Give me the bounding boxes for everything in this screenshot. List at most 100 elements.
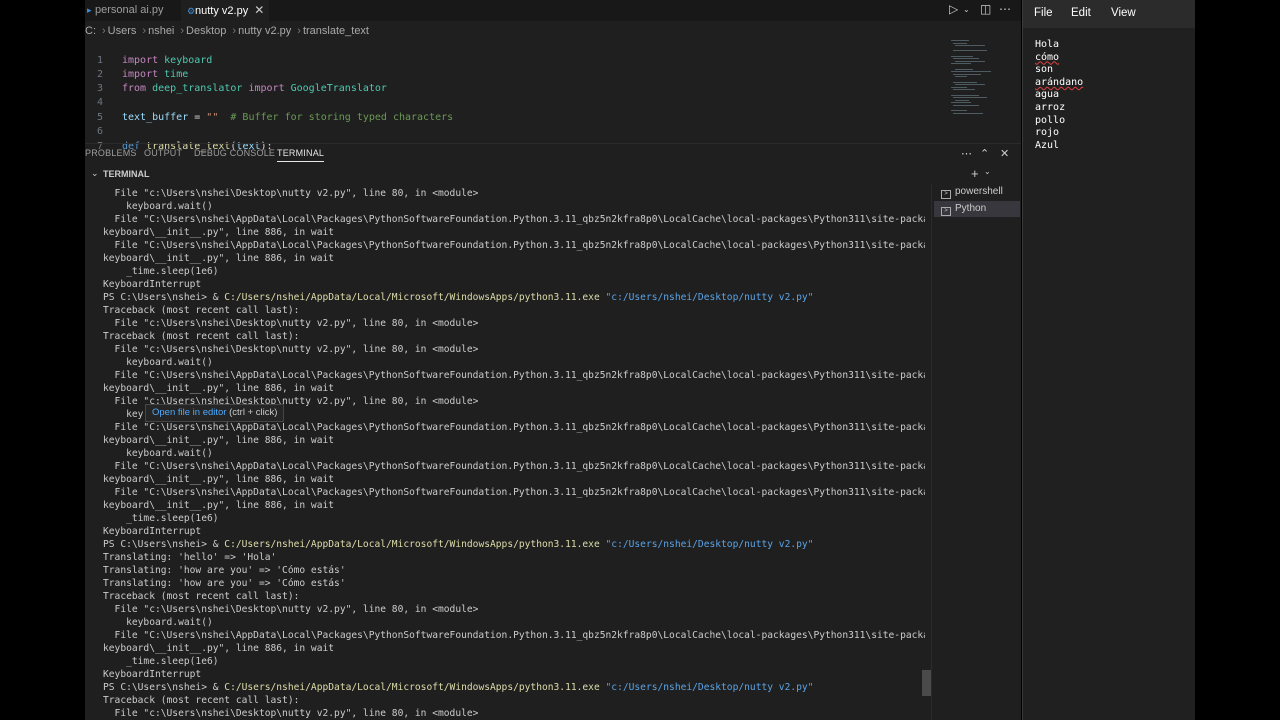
code-line: 6 <box>96 126 103 137</box>
notepad-line: cómo <box>1035 51 1060 63</box>
code-line: 5 text_buffer = "" # Buffer for storing t… <box>96 112 454 123</box>
terminal-line: File "C:\Users\nshei\AppData\Local\Packa… <box>103 214 925 225</box>
minimap-line <box>951 40 969 41</box>
close-panel-icon[interactable]: ✕ <box>1000 147 1009 160</box>
code-line: 2 import time <box>96 69 189 80</box>
terminal-line: keyboard\__init__.py", line 886, in wait <box>103 253 335 264</box>
minimap-line <box>955 76 967 78</box>
notepad-line: arándano <box>1035 76 1084 88</box>
terminal-name: powershell <box>955 186 1003 197</box>
terminal-header: ⌄ TERMINAL + ⌄ <box>85 166 1021 184</box>
terminal-line: File "c:\Users\nshei\Desktop\nutty v2.py… <box>103 318 479 329</box>
terminal-line: keyboard.wait() <box>103 448 213 459</box>
menu-view[interactable]: View <box>1111 7 1136 19</box>
run-icon[interactable]: ▷ <box>949 2 958 16</box>
breadcrumb-item[interactable]: nshei <box>148 25 174 37</box>
terminal-line: Translating: 'how are you' => 'Cómo está… <box>103 578 346 589</box>
minimap-line <box>955 45 985 47</box>
notepad-line: Hola <box>1035 39 1060 50</box>
terminal-output[interactable]: File "c:\Users\nshei\Desktop\nutty v2.py… <box>103 187 925 720</box>
tab-nutty-v2[interactable]: ⚙nutty v2.py ✕ <box>181 0 269 21</box>
code-line: 4 <box>96 97 103 108</box>
terminal-line: keyboard.wait() <box>103 357 213 368</box>
tab-terminal[interactable]: TERMINAL <box>277 148 325 162</box>
terminal-line: File "c:\Users\nshei\Desktop\nutty v2.py… <box>103 604 479 615</box>
terminal-line: _time.sleep(1e6) <box>103 266 219 277</box>
close-icon[interactable]: ✕ <box>254 0 264 21</box>
breadcrumb-item[interactable]: translate_text <box>303 25 369 37</box>
chevron-down-icon[interactable]: ⌄ <box>984 167 991 176</box>
terminal-list-item-powershell[interactable]: > powershell <box>934 184 1020 200</box>
split-editor-icon[interactable]: ◫ <box>980 2 991 16</box>
minimap-line <box>953 58 979 60</box>
terminal-line: File "C:\Users\nshei\AppData\Local\Packa… <box>103 630 925 641</box>
tab-output[interactable]: OUTPUT <box>144 148 182 158</box>
breadcrumb-item[interactable]: Users <box>108 25 137 37</box>
code-line: 3 from deep_translator import GoogleTrans… <box>96 83 387 94</box>
terminal-line: keyboard\__init__.py", line 886, in wait <box>103 643 335 654</box>
link-tooltip: Open file in editor (ctrl + click) <box>145 404 285 422</box>
notepad-line: pollo <box>1035 114 1066 126</box>
minimap-line <box>955 84 985 86</box>
open-file-link[interactable]: Open file in editor <box>152 407 226 418</box>
terminal-line: Translating: 'hello' => 'Hola' <box>103 552 277 563</box>
tab-personal-ai[interactable]: ▸ personal ai.py <box>85 0 181 21</box>
minimap-line <box>951 94 979 96</box>
minimap-line <box>951 55 973 57</box>
terminal-line: KeyboardInterrupt <box>103 669 202 680</box>
breadcrumb-item[interactable]: C: <box>85 25 96 37</box>
terminal-list-item-python[interactable]: > Python <box>934 201 1020 217</box>
minimap[interactable] <box>951 40 1009 122</box>
more-actions-icon[interactable]: ⋯ <box>999 2 1011 16</box>
minimap-line <box>953 42 967 44</box>
terminal-line: PS C:\Users\nshei> & C:/Users/nshei/AppD… <box>103 292 814 303</box>
terminal-line: KeyboardInterrupt <box>103 526 202 537</box>
python-file-icon: ⚙ <box>187 6 196 16</box>
terminal-line: _time.sleep(1e6) <box>103 513 219 524</box>
menu-file[interactable]: File <box>1034 7 1053 19</box>
maximize-panel-icon[interactable]: ⌃ <box>980 147 989 160</box>
chevron-down-icon[interactable]: ⌄ <box>91 168 99 179</box>
notepad-line: son <box>1035 64 1054 76</box>
code-editor[interactable]: 1 import keyboard 2 import time 3 from deep… <box>85 40 1021 152</box>
terminal-line: File "C:\Users\nshei\AppData\Local\Packa… <box>103 487 925 498</box>
terminal-line: key <box>103 409 144 420</box>
minimap-line <box>951 86 967 88</box>
chevron-down-icon[interactable]: ⌄ <box>963 5 970 14</box>
minimap-line <box>955 99 969 101</box>
tab-label: personal ai.py <box>95 4 164 16</box>
terminal-line: File "c:\Users\nshei\Desktop\nutty v2.py… <box>103 708 479 719</box>
notepad-line: Azul <box>1035 139 1060 151</box>
terminal-line: Traceback (most recent call last): <box>103 305 300 316</box>
terminal-line: Traceback (most recent call last): <box>103 591 300 602</box>
minimap-line <box>953 89 975 91</box>
breadcrumb: C: › Users › nshei › Desktop › nutty v2.py › trans… <box>85 25 369 37</box>
terminal-line: File "C:\Users\nshei\AppData\Local\Packa… <box>103 461 925 472</box>
terminal-line: keyboard\__init__.py", line 886, in wait <box>103 227 335 238</box>
minimap-line <box>955 68 973 70</box>
terminal-line: keyboard\__init__.py", line 886, in wait <box>103 500 335 511</box>
minimap-line <box>953 105 979 106</box>
minimap-line <box>953 112 983 114</box>
code-line: 7 def translate_text(text): <box>96 141 273 152</box>
new-terminal-icon[interactable]: + <box>971 166 979 181</box>
more-actions-icon[interactable]: ⋯ <box>961 147 972 160</box>
breadcrumb-item[interactable]: nutty v2.py <box>238 25 291 37</box>
tab-debug-console[interactable]: DEBUG CONSOLE <box>194 148 275 158</box>
terminal-line: File "c:\Users\nshei\Desktop\nutty v2.py… <box>103 344 479 355</box>
tooltip-hint: (ctrl + click) <box>229 407 278 418</box>
minimap-line <box>953 97 987 99</box>
terminal-line: Translating: 'how are you' => 'Cómo está… <box>103 565 346 576</box>
minimap-line <box>951 110 967 112</box>
terminal-line: PS C:\Users\nshei> & C:/Users/nshei/AppD… <box>103 682 814 693</box>
menu-edit[interactable]: Edit <box>1071 7 1091 19</box>
terminal-line: Traceback (most recent call last): <box>103 331 300 342</box>
tab-problems[interactable]: PROBLEMS <box>85 148 137 158</box>
minimap-line <box>953 73 981 75</box>
terminal-line: File "C:\Users\nshei\AppData\Local\Packa… <box>103 370 925 381</box>
notepad-line: arroz <box>1035 102 1066 113</box>
minimap-line <box>951 102 971 104</box>
terminal-line: File "C:\Users\nshei\AppData\Local\Packa… <box>103 422 925 433</box>
terminal-line: File "C:\Users\nshei\AppData\Local\Packa… <box>103 240 925 251</box>
breadcrumb-item[interactable]: Desktop <box>186 25 226 37</box>
